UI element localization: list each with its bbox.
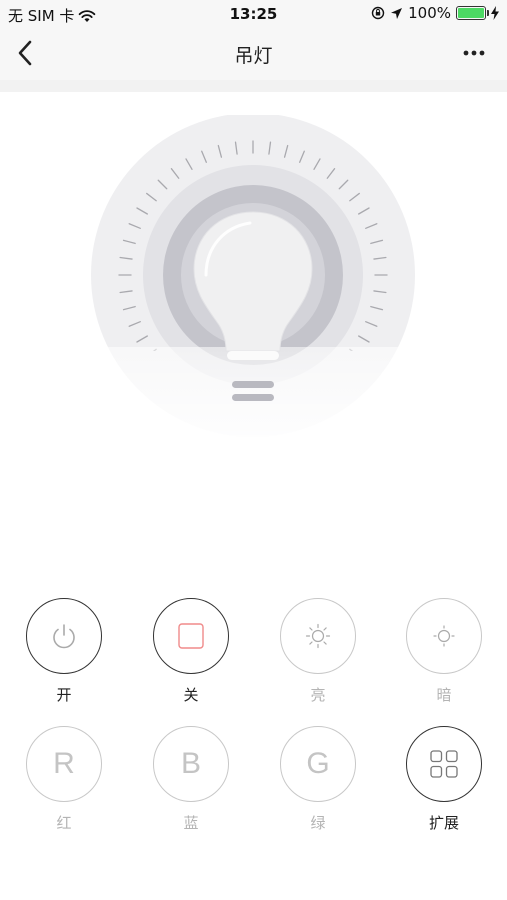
red-letter: R <box>53 747 75 780</box>
page-title: 吊灯 <box>234 45 273 67</box>
extend-label: 扩展 <box>428 814 459 832</box>
charging-icon <box>491 6 499 20</box>
green-control: G 绿 <box>280 726 356 833</box>
location-icon <box>391 7 403 19</box>
blue-label: 蓝 <box>183 814 199 832</box>
blue-control: B 蓝 <box>153 726 229 833</box>
power-on-button[interactable] <box>26 598 102 674</box>
power-icon <box>53 624 75 649</box>
brightness-down-button[interactable] <box>406 598 482 674</box>
red-control: R 红 <box>26 726 102 833</box>
stop-square-icon <box>178 623 204 649</box>
power-on-control: 开 <box>26 598 102 705</box>
brightness-up-button[interactable] <box>280 598 356 674</box>
red-label: 红 <box>56 814 72 832</box>
blue-button[interactable]: B <box>153 726 229 802</box>
green-button[interactable]: G <box>280 726 356 802</box>
green-label: 绿 <box>310 814 326 832</box>
grid-icon <box>430 750 458 778</box>
more-button[interactable] <box>461 42 487 64</box>
lamp-dial[interactable] <box>90 115 416 445</box>
battery-percent: 100% <box>408 4 451 22</box>
green-letter: G <box>306 747 330 780</box>
power-off-button[interactable] <box>153 598 229 674</box>
battery-level <box>458 8 484 18</box>
nav-bar: 吊灯 <box>0 28 507 80</box>
power-off-label: 关 <box>183 686 199 704</box>
red-button[interactable]: R <box>26 726 102 802</box>
nav-divider <box>0 80 507 92</box>
brightness-up-icon <box>305 623 331 649</box>
lock-rotation-icon <box>371 6 385 20</box>
power-off-control: 关 <box>153 598 229 705</box>
extend-button[interactable] <box>406 726 482 802</box>
battery-icon <box>456 6 489 20</box>
brightness-up-control: 亮 <box>280 598 356 705</box>
extend-control: 扩展 <box>406 726 482 833</box>
brightness-down-icon <box>433 625 455 647</box>
status-bar: 无 SIM 卡 13:25 100% <box>0 0 507 28</box>
brightness-down-control: 暗 <box>406 598 482 705</box>
brightness-down-label: 暗 <box>436 686 452 704</box>
brightness-up-label: 亮 <box>310 686 326 704</box>
power-on-label: 开 <box>56 686 72 704</box>
status-right-group: 100% <box>371 4 499 22</box>
more-dots-icon <box>463 50 485 56</box>
blue-letter: B <box>180 747 201 780</box>
